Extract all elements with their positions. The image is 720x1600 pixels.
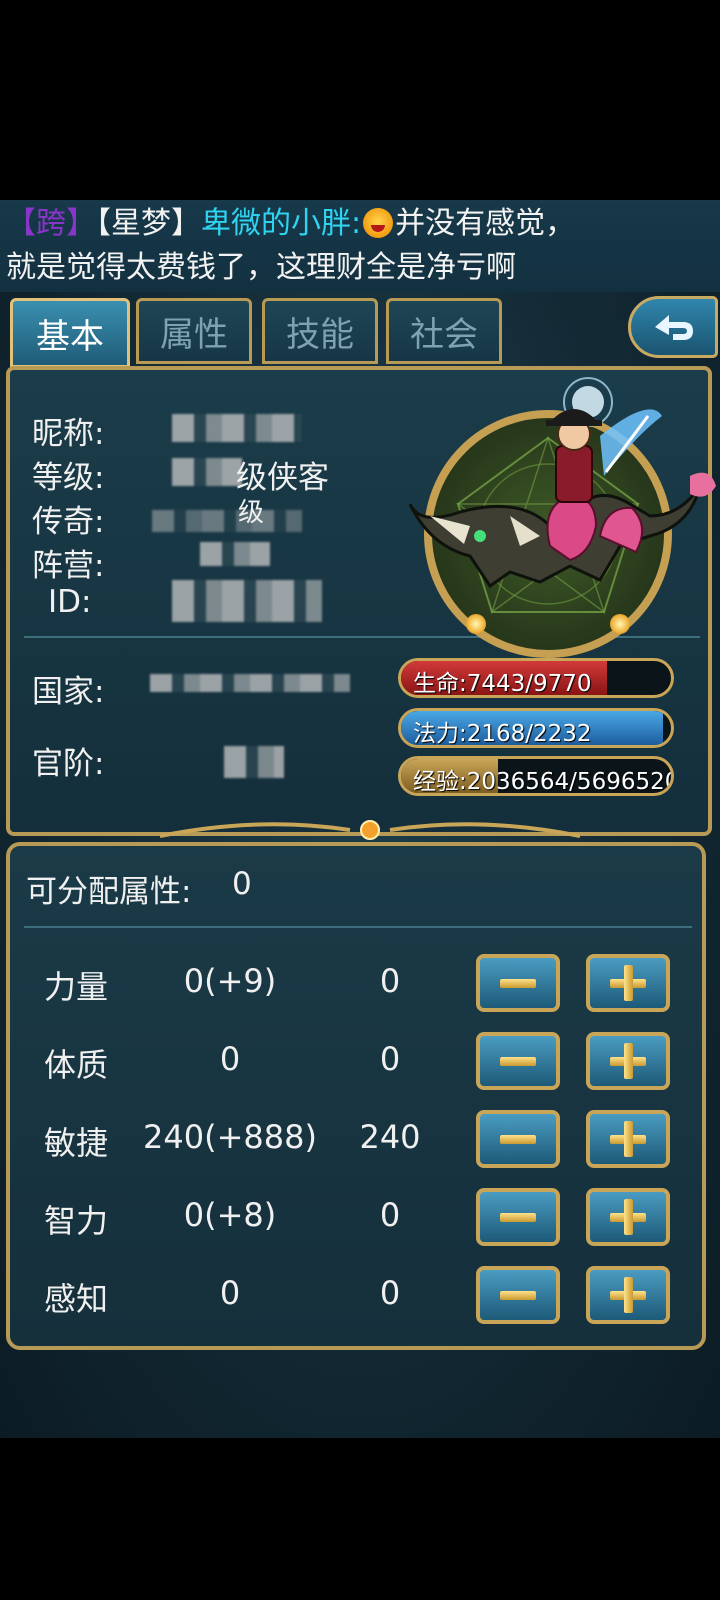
attribute-base: 0 [219,1274,241,1312]
level-value: 级侠客 [236,460,329,496]
tab-skills[interactable]: 技能 [262,298,378,364]
plus-icon [610,1199,646,1235]
attribute-divider [24,926,692,928]
country-value-redacted [150,674,350,692]
plus-icon [610,1277,646,1313]
attribute-name: 敏捷 [44,1124,109,1162]
back-arrow-icon [655,315,693,340]
legend-number-redacted [152,510,302,532]
xp-bar: 经验:2036564/5696520 [398,756,674,796]
plus-icon [610,1121,646,1157]
tab-attributes[interactable]: 属性 [136,298,252,364]
nickname-label: 昵称: [32,416,105,452]
free-points-value: 0 [232,866,252,902]
strength-decrease-button[interactable] [476,954,560,1012]
character-screen: 【跨】【星梦】卑微的小胖: 并没有感觉， 就是觉得太费钱了，这理财全是净亏啊 基本… [0,200,720,1438]
level-number-redacted [172,458,242,486]
attribute-name: 智力 [44,1202,109,1240]
attribute-base: 0 [219,1040,241,1078]
rank-label: 官阶: [32,746,105,782]
plus-icon [610,965,646,1001]
agility-decrease-button[interactable] [476,1110,560,1168]
angry-face-emoji-icon [363,208,394,238]
minus-icon [500,1043,536,1079]
hp-text: 生命:7443/9770 [413,671,592,697]
level-label: 等级: [32,460,105,496]
legend-label: 传奇: [32,504,105,540]
chat-guild: 【星梦】 [96,206,201,241]
hp-bar: 生命:7443/9770 [398,658,674,698]
chat-speaker[interactable]: 卑微的小胖: [201,206,361,241]
rank-value-redacted [224,746,284,778]
tab-social[interactable]: 社会 [386,298,502,364]
attribute-row-constitution: 体质 0 0 [10,1032,710,1092]
id-value-redacted [172,580,322,622]
attribute-base: 240(+888) [143,1118,317,1156]
back-button[interactable] [628,296,718,358]
faction-value-redacted [200,542,270,566]
perception-decrease-button[interactable] [476,1266,560,1324]
constitution-decrease-button[interactable] [476,1032,560,1090]
xp-text: 经验:2036564/5696520 [413,769,674,795]
attribute-row-strength: 力量 0(+9) 0 [10,954,710,1014]
attribute-allocated: 0 [379,1040,401,1078]
chat-message-part1: 并没有感觉， [395,206,576,241]
chat-message-part2: 就是觉得太费钱了，这理财全是净亏啊 [6,250,516,285]
panel-ornament [160,820,580,840]
attribute-name: 力量 [44,968,109,1006]
chat-ticker[interactable]: 【跨】【星梦】卑微的小胖: 并没有感觉， 就是觉得太费钱了，这理财全是净亏啊 [0,200,720,292]
attribute-allocated: 0 [379,962,401,1000]
attribute-row-intelligence: 智力 0(+8) 0 [10,1188,710,1248]
strength-increase-button[interactable] [586,954,670,1012]
minus-icon [500,1277,536,1313]
constitution-increase-button[interactable] [586,1032,670,1090]
attribute-base: 0(+8) [183,1196,277,1234]
attribute-row-agility: 敏捷 240(+888) 240 [10,1110,710,1170]
tab-basic[interactable]: 基本 [10,298,130,368]
attribute-allocated: 0 [379,1274,401,1312]
attribute-name: 感知 [44,1280,109,1318]
agility-increase-button[interactable] [586,1110,670,1168]
minus-icon [500,1199,536,1235]
mp-bar: 法力:2168/2232 [398,708,674,748]
nickname-value-redacted [172,414,302,442]
attribute-allocated: 240 [359,1118,421,1156]
attribute-name: 体质 [44,1046,109,1084]
id-label: ID: [48,584,92,620]
country-label: 国家: [32,674,105,710]
faction-label: 阵营: [32,548,105,584]
attribute-allocated: 0 [379,1196,401,1234]
intelligence-decrease-button[interactable] [476,1188,560,1246]
mp-text: 法力:2168/2232 [413,721,592,747]
character-avatar-on-mount[interactable] [400,376,720,626]
attribute-base: 0(+9) [183,962,277,1000]
free-points-label: 可分配属性: [26,874,192,910]
legend-value: 级 [238,498,265,528]
minus-icon [500,965,536,1001]
plus-icon [610,1043,646,1079]
attribute-row-perception: 感知 0 0 [10,1266,710,1326]
attribute-panel: 可分配属性: 0 力量 0(+9) 0 体质 0 0 敏捷 240(+888) … [6,842,706,1350]
minus-icon [500,1121,536,1157]
chat-channel: 【跨】 [6,206,96,241]
perception-increase-button[interactable] [586,1266,670,1324]
intelligence-increase-button[interactable] [586,1188,670,1246]
